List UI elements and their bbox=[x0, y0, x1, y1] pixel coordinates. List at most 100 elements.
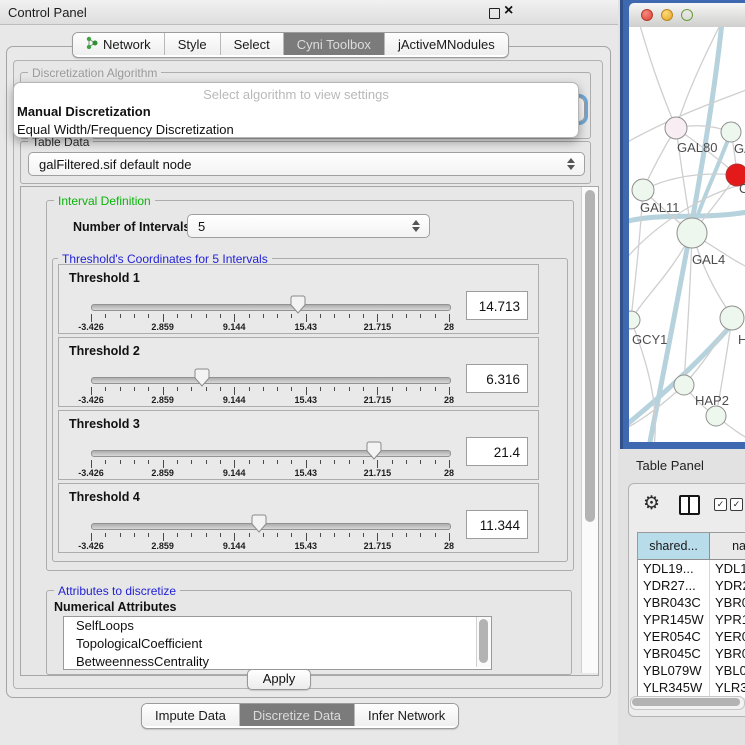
slider-thumb[interactable] bbox=[251, 514, 267, 533]
node-label-gal4: GAL4 bbox=[692, 252, 725, 267]
tab-network[interactable]: Network bbox=[73, 33, 165, 55]
network-nodes bbox=[629, 117, 745, 426]
cell-name: YDR2 bbox=[710, 577, 745, 594]
dropdown-placeholder-option[interactable]: Select algorithm to view settings bbox=[14, 83, 578, 103]
threshold-value-field[interactable]: 21.4 bbox=[466, 437, 528, 466]
table-row[interactable]: YDR27...YDR2 bbox=[638, 577, 745, 594]
tab-infer-network[interactable]: Infer Network bbox=[355, 704, 458, 726]
cell-name: YPR1 bbox=[710, 611, 745, 628]
threshold-value-field[interactable]: 11.344 bbox=[466, 510, 528, 539]
num-intervals-combobox[interactable]: 5 bbox=[187, 214, 430, 238]
slider-ticks bbox=[91, 460, 449, 468]
cell-shared-name: YBR045C bbox=[638, 645, 710, 662]
tab-impute-data[interactable]: Impute Data bbox=[142, 704, 240, 726]
threshold-value-field[interactable]: 6.316 bbox=[466, 364, 528, 393]
vertical-scrollbar-thumb[interactable] bbox=[585, 190, 595, 522]
slider-thumb[interactable] bbox=[366, 441, 382, 460]
gear-icon[interactable]: ⚙ bbox=[643, 492, 660, 515]
table-horizontal-scrollbar-thumb[interactable] bbox=[632, 698, 740, 706]
table-row[interactable]: YBL079WYBL0 bbox=[638, 662, 745, 679]
network-node-hap2[interactable] bbox=[674, 375, 694, 395]
attribute-item-topologicalcoefficient[interactable]: TopologicalCoefficient bbox=[64, 635, 491, 653]
network-node-gal80[interactable] bbox=[665, 117, 687, 139]
table-row[interactable]: YBR043CYBR0 bbox=[638, 594, 745, 611]
network-node-gal4[interactable] bbox=[677, 218, 707, 248]
apply-button[interactable]: Apply bbox=[247, 669, 311, 690]
attributes-scrollbar-thumb[interactable] bbox=[479, 619, 488, 663]
tab-select[interactable]: Select bbox=[221, 33, 284, 55]
columns-icon[interactable] bbox=[679, 495, 700, 515]
column-header-shared-name[interactable]: shared... bbox=[638, 533, 710, 559]
node-label-gal11: GAL11 bbox=[640, 200, 680, 215]
table-row[interactable]: YPR145WYPR1 bbox=[638, 611, 745, 628]
zoom-traffic-light-icon[interactable] bbox=[681, 9, 693, 21]
threshold-label: Threshold 4 bbox=[69, 490, 140, 504]
table-row[interactable]: YER054CYER0 bbox=[638, 628, 745, 645]
table-data-combobox[interactable]: galFiltered.sif default node bbox=[28, 152, 585, 176]
numerical-attributes-list[interactable]: SelfLoopsTopologicalCoefficientBetweenne… bbox=[63, 616, 492, 670]
threshold-label: Threshold 2 bbox=[69, 344, 140, 358]
tab-label: Cyni Toolbox bbox=[297, 37, 371, 52]
checkbox-icon[interactable]: ✓ bbox=[730, 498, 743, 511]
tab-jactivemnodules[interactable]: jActiveMNodules bbox=[385, 33, 508, 55]
close-traffic-light-icon[interactable] bbox=[641, 9, 653, 21]
minimize-traffic-light-icon[interactable] bbox=[661, 9, 673, 21]
network-node-gal11[interactable] bbox=[632, 179, 654, 201]
threshold-value-field[interactable]: 14.713 bbox=[466, 291, 528, 320]
cell-name: YBR0 bbox=[710, 645, 745, 662]
slider-track[interactable] bbox=[91, 304, 451, 311]
threshold-box-3: Threshold 3-3.4262.8599.14415.4321.71528… bbox=[58, 410, 539, 480]
float-window-icon[interactable] bbox=[489, 8, 500, 19]
tab-cyni-toolbox[interactable]: Cyni Toolbox bbox=[284, 33, 385, 55]
checkbox-icon[interactable]: ✓ bbox=[714, 498, 727, 511]
table-row[interactable]: YLR345WYLR3 bbox=[638, 679, 745, 696]
slider-ticks bbox=[91, 314, 449, 322]
table-horizontal-scrollbar[interactable] bbox=[630, 696, 745, 710]
network-node-ga[interactable] bbox=[721, 122, 741, 142]
tab-discretize-data[interactable]: Discretize Data bbox=[240, 704, 355, 726]
cell-name: YER0 bbox=[710, 628, 745, 645]
network-canvas[interactable]: GAL80GACGAL11GAL4GCY1HHAP2 bbox=[629, 27, 745, 442]
close-icon[interactable]: × bbox=[504, 2, 513, 20]
table-row[interactable]: YDL19...YDL1 bbox=[638, 560, 745, 577]
slider-tick-labels: -3.4262.8599.14415.4321.71528 bbox=[91, 541, 449, 551]
dropdown-option-equal-width-frequency-discretization[interactable]: Equal Width/Frequency Discretization bbox=[14, 121, 578, 139]
algorithm-dropdown-popup: Select algorithm to view settingsManual … bbox=[13, 82, 579, 138]
table-row[interactable]: YBR045CYBR0 bbox=[638, 645, 745, 662]
slider-track[interactable] bbox=[91, 377, 451, 384]
tab-label: Select bbox=[234, 37, 270, 52]
slider-thumb[interactable] bbox=[194, 368, 210, 387]
slider-track[interactable] bbox=[91, 523, 451, 530]
network-node-h[interactable] bbox=[720, 306, 744, 330]
column-header-name[interactable]: na bbox=[710, 533, 745, 559]
attribute-item-selfloops[interactable]: SelfLoops bbox=[64, 617, 491, 635]
tab-style[interactable]: Style bbox=[165, 33, 221, 55]
attributes-scrollbar[interactable] bbox=[476, 617, 491, 667]
node-label-c: C bbox=[739, 181, 745, 196]
tab-label: Network bbox=[103, 37, 151, 52]
cell-shared-name: YDL19... bbox=[638, 560, 710, 577]
slider-tick-labels: -3.4262.8599.14415.4321.71528 bbox=[91, 468, 449, 478]
slider-tick-labels: -3.4262.8599.14415.4321.71528 bbox=[91, 322, 449, 332]
network-node-gcy1[interactable] bbox=[629, 311, 640, 329]
node-attribute-table[interactable]: shared... na YDL19...YDL1YDR27...YDR2YBR… bbox=[637, 532, 745, 698]
num-intervals-value: 5 bbox=[198, 219, 205, 234]
node-label-gal80: GAL80 bbox=[677, 140, 717, 155]
network-node[interactable] bbox=[706, 406, 726, 426]
stepper-icon bbox=[567, 158, 575, 170]
bottom-tab-bar: Impute DataDiscretize DataInfer Network bbox=[141, 703, 459, 729]
cell-name: YBL0 bbox=[710, 662, 745, 679]
node-label-hap2: HAP2 bbox=[695, 393, 729, 408]
threshold-box-1: Threshold 1-3.4262.8599.14415.4321.71528… bbox=[58, 264, 539, 334]
vertical-scrollbar[interactable] bbox=[581, 187, 598, 673]
slider-track[interactable] bbox=[91, 450, 451, 457]
attribute-item-betweennesscentrality[interactable]: BetweennessCentrality bbox=[64, 653, 491, 670]
cell-shared-name: YBR043C bbox=[638, 594, 710, 611]
network-icon bbox=[86, 36, 98, 52]
interval-definition-title: Interval Definition bbox=[54, 194, 155, 208]
table-header-row: shared... na bbox=[638, 533, 745, 560]
dropdown-option-manual-discretization[interactable]: Manual Discretization bbox=[14, 103, 578, 121]
tab-label: Style bbox=[178, 37, 207, 52]
slider-thumb[interactable] bbox=[290, 295, 306, 314]
screen: Control Panel × NetworkStyleSelectCyni T… bbox=[0, 0, 745, 745]
